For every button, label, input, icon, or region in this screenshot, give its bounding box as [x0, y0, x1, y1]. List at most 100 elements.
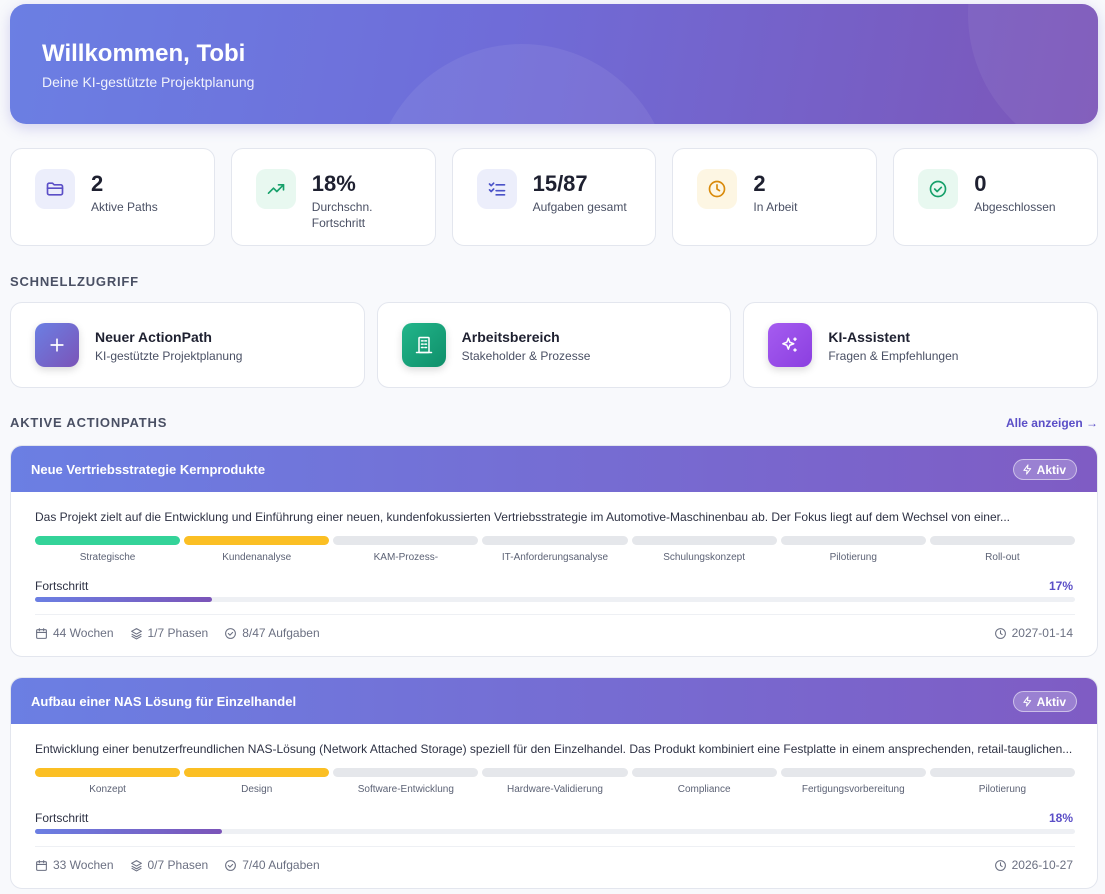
phase-item: Fertigungsvorbereitung	[780, 768, 926, 795]
phases-info: 1/7 Phasen	[130, 626, 209, 640]
phase-label: Roll-out	[985, 552, 1020, 563]
phase-label: Schulungskonzept	[663, 552, 745, 563]
progress-bar	[35, 829, 1075, 834]
stat-value: 0	[974, 171, 987, 196]
phase-list: Strategische Kundenanalyse KAM-Prozess- IT-…	[35, 536, 1075, 563]
clock-icon	[994, 859, 1007, 872]
progress-label: Fortschritt	[35, 811, 89, 825]
phases-info: 0/7 Phasen	[130, 858, 209, 872]
stat-card-active-paths: 2 Aktive Paths	[10, 148, 215, 246]
stat-card-tasks: 15/87 Aufgaben gesamt	[451, 148, 657, 246]
project-title: Neue Vertriebsstrategie Kernprodukte	[31, 462, 266, 477]
phase-item: Compliance	[631, 768, 777, 795]
project-card[interactable]: Neue Vertriebsstrategie Kernprodukte Akt…	[10, 445, 1098, 657]
project-card-header: Neue Vertriebsstrategie Kernprodukte Akt…	[11, 446, 1097, 492]
project-description: Entwicklung einer benutzerfreundlichen N…	[35, 742, 1073, 756]
tasks-info: 8/47 Aufgaben	[224, 626, 320, 640]
stats-row: 2 Aktive Paths 18% Durchschn. Fortschrit…	[10, 148, 1098, 246]
phase-bar	[333, 768, 479, 777]
quick-access-title: SCHNELLZUGRIFF	[10, 274, 139, 289]
layers-icon	[130, 627, 143, 640]
phases-text: 0/7 Phasen	[147, 858, 209, 872]
status-text: Aktiv	[1036, 462, 1066, 477]
project-meta: 44 Wochen 1/7 Phasen 8/47 Aufgaben	[35, 626, 320, 640]
phase-item: Pilotierung	[780, 536, 926, 563]
progress-fill	[35, 597, 212, 602]
clock-icon	[994, 627, 1007, 640]
clock-icon	[697, 169, 738, 209]
phase-bar	[780, 536, 926, 545]
phase-item: Hardware-Validierung	[482, 768, 628, 795]
phase-bar	[184, 536, 330, 545]
project-card[interactable]: Aufbau einer NAS Lösung für Einzelhandel…	[10, 677, 1098, 889]
quick-card-subtitle: Stakeholder & Prozesse	[461, 349, 591, 363]
phase-bar	[929, 536, 1075, 545]
quick-card-title: Neuer ActionPath	[95, 329, 212, 345]
phase-item: Konzept	[35, 768, 181, 795]
welcome-banner: Willkommen, Tobi Deine KI-gestützte Proj…	[10, 4, 1098, 124]
phase-list: Konzept Design Software-Entwicklung Hardwar…	[35, 768, 1075, 795]
check-circle-icon	[224, 627, 237, 640]
quick-card-subtitle: Fragen & Empfehlungen	[828, 349, 959, 363]
lightning-icon	[1022, 696, 1033, 707]
stat-label: Aufgaben gesamt	[532, 200, 627, 214]
phase-item: Pilotierung	[929, 768, 1075, 795]
phase-label: KAM-Prozess-	[373, 552, 439, 563]
check-circle-icon	[918, 169, 959, 209]
building-icon	[401, 323, 446, 367]
view-all-link[interactable]: Alle anzeigen →	[1006, 416, 1098, 430]
sparkles-icon	[768, 323, 813, 367]
phase-label: Konzept	[89, 784, 126, 795]
plus-icon	[35, 323, 79, 367]
lightning-icon	[1022, 464, 1033, 475]
quick-access-row: Neuer ActionPath KI-gestützte Projektpla…	[10, 302, 1099, 388]
quick-card-title: Arbeitsbereich	[461, 329, 560, 345]
ai-assistant-button[interactable]: KI-Assistent Fragen & Empfehlungen	[743, 302, 1099, 388]
phase-item: Strategische	[35, 536, 181, 563]
phases-text: 1/7 Phasen	[147, 626, 209, 640]
phase-label: Strategische	[79, 552, 136, 563]
phase-bar	[631, 536, 777, 545]
banner-decoration	[372, 44, 672, 124]
tasks-info: 7/40 Aufgaben	[224, 858, 320, 872]
stat-value: 2	[753, 171, 766, 196]
phase-label: Pilotierung	[978, 784, 1027, 795]
due-date: 2026-10-27	[994, 858, 1073, 872]
phase-bar	[35, 536, 181, 545]
quick-card-title: KI-Assistent	[828, 329, 911, 345]
stat-card-completed: 0 Abgeschlossen	[893, 148, 1098, 246]
phase-item: Software-Entwicklung	[333, 768, 479, 795]
phase-bar	[929, 768, 1075, 777]
progress-percent: 17%	[1048, 579, 1073, 593]
phase-label: Fertigungsvorbereitung	[801, 784, 905, 795]
phase-item: IT-Anforderungsanalyse	[482, 536, 628, 563]
dashboard: Willkommen, Tobi Deine KI-gestützte Proj…	[10, 4, 1099, 889]
phase-label: Design	[241, 784, 273, 795]
divider	[35, 846, 1075, 847]
phase-bar	[184, 768, 330, 777]
progress-percent: 18%	[1048, 811, 1073, 825]
welcome-title: Willkommen, Tobi	[42, 40, 246, 67]
phase-item: Kundenanalyse	[184, 536, 330, 563]
status-text: Aktiv	[1036, 694, 1066, 709]
phase-label: Compliance	[677, 784, 731, 795]
phase-bar	[631, 768, 777, 777]
active-paths-title: AKTIVE ACTIONPATHS	[10, 415, 168, 430]
phase-bar	[35, 768, 181, 777]
phase-item: Roll-out	[929, 536, 1075, 563]
phase-item: Schulungskonzept	[631, 536, 777, 563]
new-actionpath-button[interactable]: Neuer ActionPath KI-gestützte Projektpla…	[10, 302, 365, 388]
layers-icon	[130, 859, 143, 872]
stat-value: 15/87	[532, 171, 588, 196]
weeks-info: 33 Wochen	[35, 858, 114, 872]
stat-label: Durchschn. Fortschritt	[311, 200, 373, 230]
status-badge: Aktiv	[1012, 691, 1077, 712]
weeks-text: 33 Wochen	[53, 858, 114, 872]
check-circle-icon	[224, 859, 237, 872]
progress-bar	[35, 597, 1075, 602]
calendar-icon	[35, 859, 48, 872]
folder-icon	[35, 169, 75, 209]
workspace-button[interactable]: Arbeitsbereich Stakeholder & Prozesse	[376, 302, 732, 388]
date-text: 2027-01-14	[1011, 626, 1073, 640]
stat-label: Aktive Paths	[91, 200, 158, 214]
